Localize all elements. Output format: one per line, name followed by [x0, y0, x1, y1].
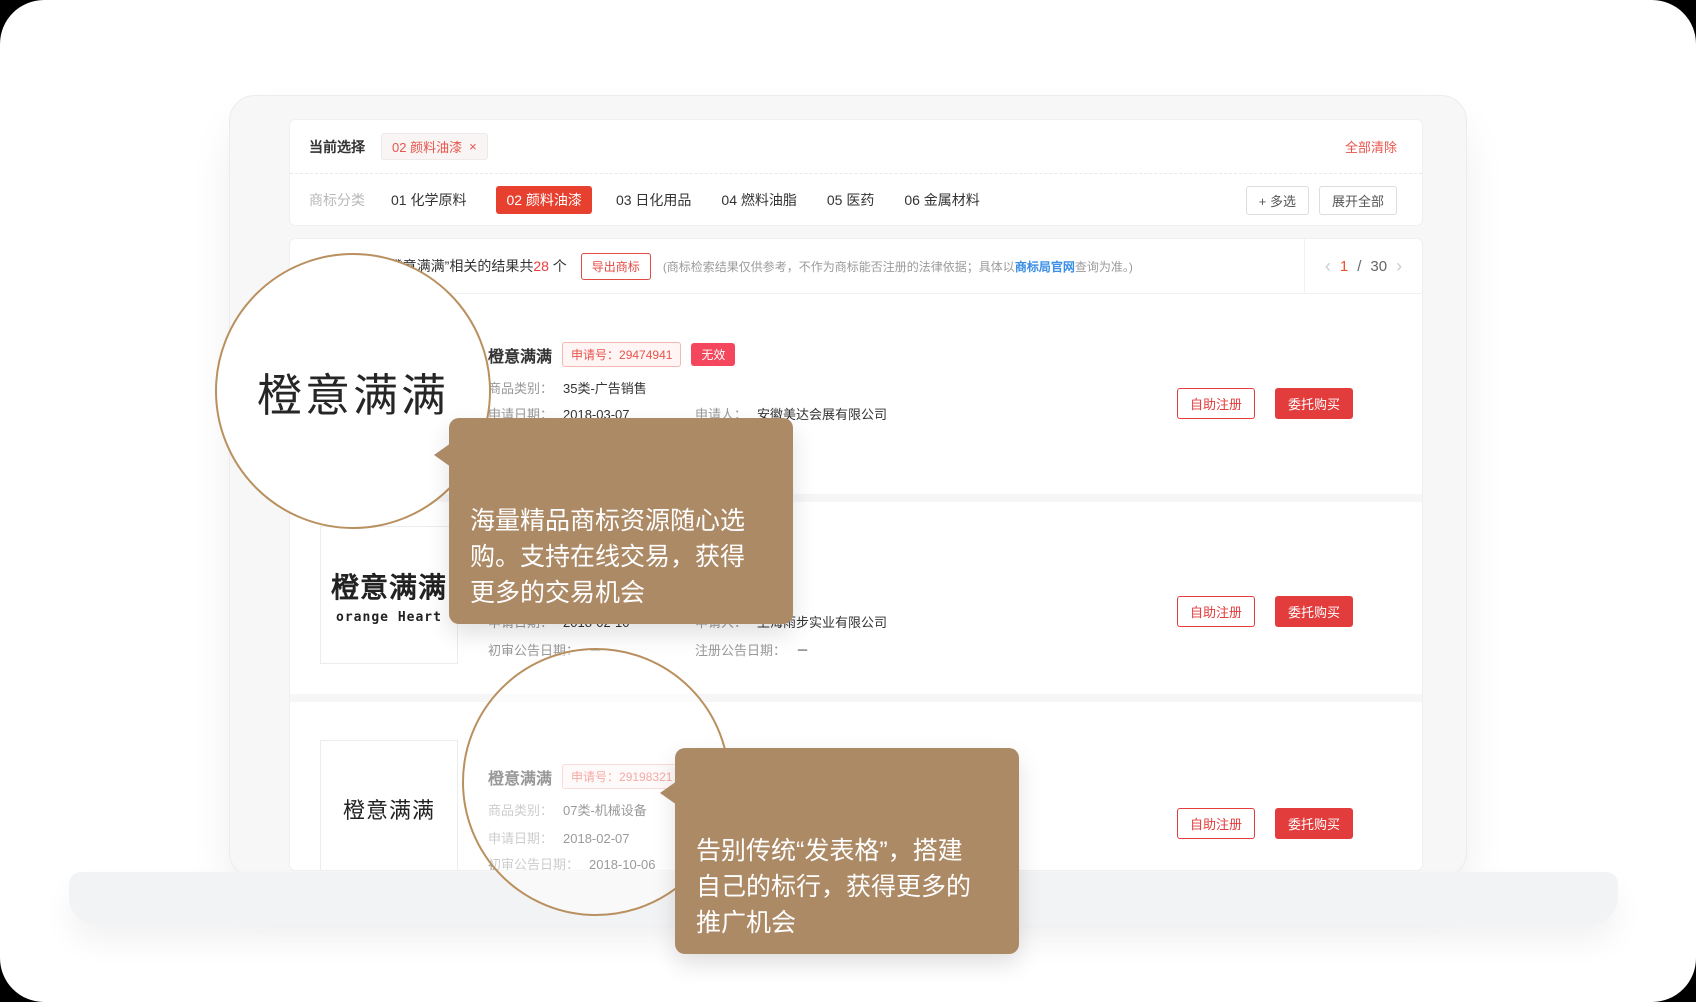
chevron-right-icon[interactable]: › — [1396, 257, 1402, 275]
expand-all-button[interactable]: 展开全部 — [1319, 186, 1397, 215]
row-actions: 自助注册 委托购买 — [1177, 388, 1353, 419]
results-count: 28 — [533, 258, 549, 274]
application-number-tag: 申请号：29474941 — [562, 342, 681, 367]
row-actions: 自助注册 委托购买 — [1177, 596, 1353, 627]
category-chip-04[interactable]: 04 燃料油脂 — [721, 190, 796, 210]
category-row: 商标分类 01 化学原料 02 颜料油漆 03 日化用品 04 燃料油脂 05 … — [290, 174, 1422, 226]
tooltip-arrow-icon — [434, 443, 451, 467]
selected-filter-tag[interactable]: 02 颜料油漆 × — [381, 133, 488, 160]
trademark-image-subtext: orange Heart — [336, 610, 442, 625]
self-register-button[interactable]: 自助注册 — [1177, 596, 1255, 627]
multi-select-button[interactable]: + 多选 — [1246, 186, 1309, 215]
trademark-image[interactable]: 橙意满满 orange Heart — [320, 526, 458, 664]
tooltip-arrow-icon — [660, 781, 677, 805]
self-register-button[interactable]: 自助注册 — [1177, 808, 1255, 839]
entrust-purchase-button[interactable]: 委托购买 — [1275, 596, 1353, 627]
filter-panel: 当前选择 02 颜料油漆 × 全部清除 商标分类 01 化学原料 02 颜料油漆… — [289, 119, 1423, 226]
callout-tooltip: 告别传统“发表格”，搭建 自己的标行，获得更多的 推广机会 — [675, 748, 1019, 954]
export-trademarks-button[interactable]: 导出商标 — [581, 253, 651, 280]
category-chip-06[interactable]: 06 金属材料 — [904, 190, 979, 210]
chevron-left-icon[interactable]: ‹ — [1325, 257, 1331, 275]
self-register-button[interactable]: 自助注册 — [1177, 388, 1255, 419]
current-selection-row: 当前选择 02 颜料油漆 × 全部清除 — [290, 120, 1422, 173]
tag-close-icon[interactable]: × — [469, 139, 477, 154]
status-badge: 无效 — [691, 343, 735, 366]
row-divider — [290, 694, 1422, 702]
category-value: 35类-广告销售 — [563, 381, 647, 396]
results-toolbar: 为您检索到“橙意满满”相关的结果共28 个 导出商标 (商标检索结果仅供参考，不… — [290, 239, 1422, 294]
trademark-office-link[interactable]: 商标局官网 — [1015, 260, 1075, 274]
category-chip-02-selected[interactable]: 02 颜料油漆 — [496, 186, 591, 214]
category-actions: + 多选 展开全部 — [1246, 186, 1397, 215]
category-label: 商标分类 — [309, 190, 365, 210]
tooltip-text: 海量精品商标资源随心选 购。支持在线交易，获得 更多的交易机会 — [470, 507, 745, 607]
reg-notice-date-value: － — [796, 643, 809, 658]
category-chip-03[interactable]: 03 日化用品 — [616, 190, 691, 210]
disclaimer-text: (商标检索结果仅供参考，不作为商标能否注册的法律依据；具体以商标局官网查询为准。… — [663, 258, 1133, 275]
tooltip-text: 告别传统“发表格”，搭建 自己的标行，获得更多的 推广机会 — [696, 837, 971, 937]
current-selection-label: 当前选择 — [309, 137, 365, 157]
row-actions: 自助注册 委托购买 — [1177, 808, 1353, 839]
page-background: 当前选择 02 颜料油漆 × 全部清除 商标分类 01 化学原料 02 颜料油漆… — [0, 0, 1696, 1002]
clear-all-link[interactable]: 全部清除 — [1345, 137, 1397, 156]
category-chip-01[interactable]: 01 化学原料 — [391, 190, 466, 210]
selected-filter-tag-label: 02 颜料油漆 — [392, 137, 462, 156]
magnified-trademark-text: 橙意满满 — [257, 359, 449, 424]
page-current: 1 — [1340, 258, 1348, 275]
entrust-purchase-button[interactable]: 委托购买 — [1275, 808, 1353, 839]
entrust-purchase-button[interactable]: 委托购买 — [1275, 388, 1353, 419]
pagination: ‹ 1 / 30 › — [1304, 239, 1422, 293]
page-total: 30 — [1370, 258, 1387, 275]
trademark-image[interactable]: 橙意满满 — [320, 740, 458, 871]
trademark-name: 橙意满满 — [488, 343, 552, 367]
category-chip-05[interactable]: 05 医药 — [827, 190, 874, 210]
callout-tooltip: 海量精品商标资源随心选 购。支持在线交易，获得 更多的交易机会 — [449, 418, 793, 624]
